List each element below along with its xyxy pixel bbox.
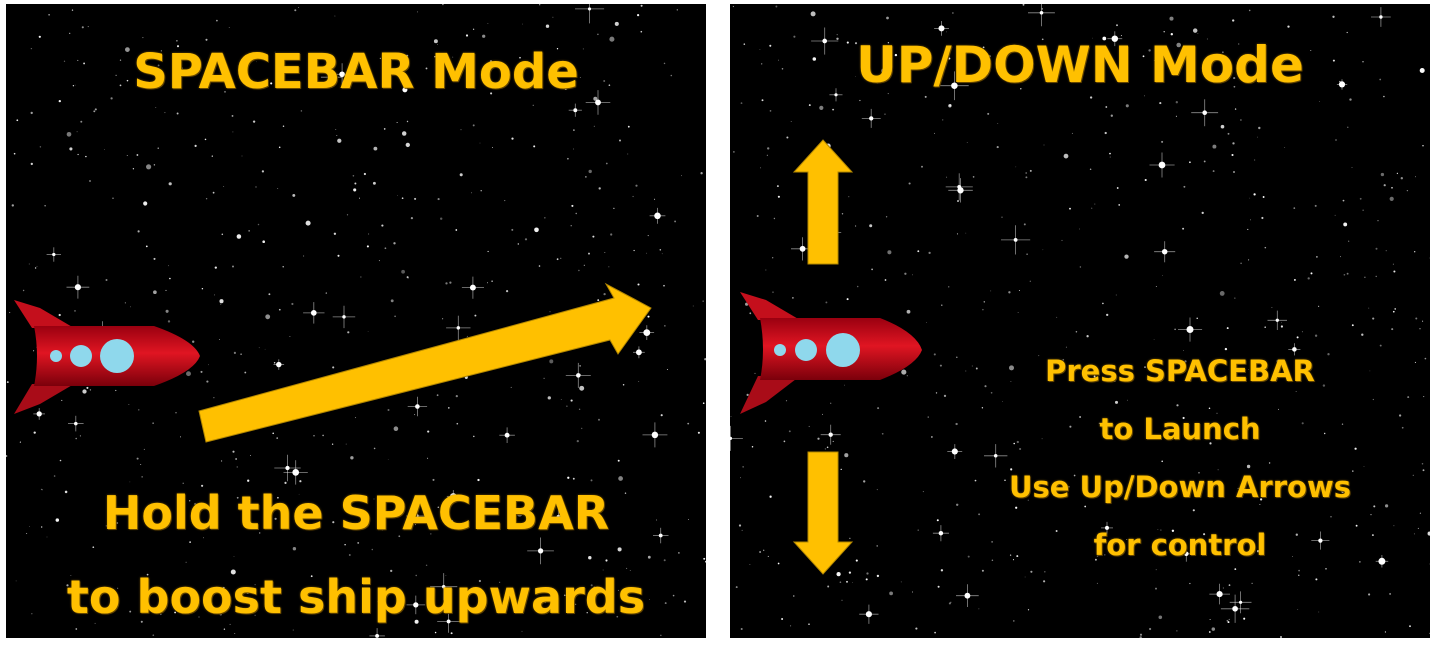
instruction-line: Press SPACEBAR [1045,354,1315,388]
instruction-line: Use Up/Down Arrows [1008,470,1352,504]
diagonal-arrow-icon [198,282,652,443]
rocket-ship-icon [740,292,922,414]
spacebar-mode-graphics [14,282,652,443]
up-arrow-icon [792,139,854,265]
down-arrow-icon [792,451,854,575]
instruction-line: to Launch [1099,412,1261,446]
spacebar-mode-panel: SPACEBAR Mode Hold the SPACEBAR to boost… [6,4,706,638]
updown-mode-panel: UP/DOWN Mode Press SPACEBAR to Launch Us… [730,4,1430,638]
spacebar-caption-line2: to boost ship upwards [66,570,646,624]
instruction-line: for control [1093,528,1267,562]
rocket-ship-icon [14,300,200,414]
spacebar-caption-line1: Hold the SPACEBAR [102,486,610,540]
